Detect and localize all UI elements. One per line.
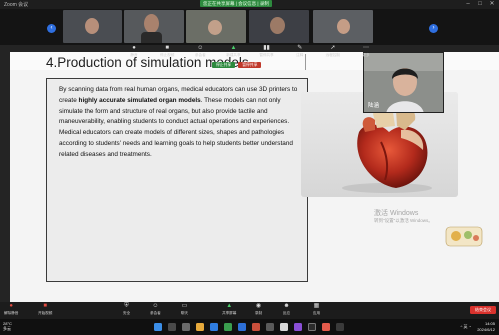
slide-paragraph-2: Medical educators can create models of d…: [59, 129, 293, 158]
notepad-icon[interactable]: [280, 323, 288, 331]
end-meeting-button[interactable]: 结束会议: [470, 306, 496, 314]
app-icon[interactable]: [294, 323, 302, 331]
task-view-icon[interactable]: [182, 323, 190, 331]
participant-tile[interactable]: [313, 10, 373, 43]
unmute-button[interactable]: ● 解除静音: [4, 303, 18, 316]
taskbar-clock[interactable]: 14:05 2024/6/12: [477, 321, 495, 332]
toolbar-new-share-button[interactable]: ▲ 新建共享: [223, 45, 243, 62]
participant-strip: ‹ ›: [0, 9, 499, 45]
apps-button[interactable]: ▦ 应用: [312, 303, 321, 316]
settings-icon[interactable]: [266, 323, 274, 331]
system-tray[interactable]: ^ 英 ◔: [460, 324, 471, 330]
toolbar-video-button[interactable]: ■ 停止视频: [157, 45, 177, 62]
decorative-sticker: [445, 224, 483, 248]
pause-icon: ▮▮: [263, 45, 270, 51]
chat-button[interactable]: ▭ 聊天: [180, 303, 189, 316]
search-icon[interactable]: [168, 323, 176, 331]
prev-page-arrow-icon[interactable]: ‹: [47, 24, 56, 33]
app-title: Zoom 会议: [4, 2, 29, 8]
more-icon: ⋯: [362, 45, 369, 51]
self-name-label: 陆涵: [368, 103, 380, 109]
terminal-icon[interactable]: [308, 323, 316, 331]
windows-activation-watermark: 激活 Windows 转到"设置"以激活 Windows。: [374, 210, 433, 223]
participants-icon: ☺: [197, 45, 204, 51]
powerpoint-icon[interactable]: [252, 323, 260, 331]
start-video-button[interactable]: ■ 开始视频: [38, 303, 52, 316]
app-icon[interactable]: [322, 323, 330, 331]
title-bar: Zoom 会议 您正在共享屏幕 | 会议信息 | 录制 – □ ✕: [0, 0, 499, 9]
pen-icon: ✎: [297, 45, 303, 51]
windows-taskbar: 28°C 多云 ^ 英 ◔ 14:05 2024/6/12: [0, 319, 499, 335]
slide-paragraph-1: By scanning data from real human organs,…: [59, 86, 298, 126]
file-explorer-icon[interactable]: [196, 323, 204, 331]
shield-icon: ⛨: [124, 303, 129, 309]
participants-button[interactable]: ☺ 参会者: [150, 303, 161, 316]
minimize-icon[interactable]: –: [464, 0, 472, 8]
mouse-pointer-icon: ➚: [330, 45, 336, 51]
smiley-icon: ☻: [283, 303, 290, 309]
start-menu-icon[interactable]: [154, 323, 162, 331]
sharing-banner[interactable]: 您正在共享屏幕 | 会议信息 | 录制: [200, 0, 272, 7]
video-off-icon: ■: [43, 303, 47, 309]
stop-share-button[interactable]: 停止共享: [212, 62, 236, 68]
share-screen-icon: ▲: [230, 45, 237, 51]
share-controls: 停止共享 暂停共享: [212, 62, 262, 68]
toolbar-participants-button[interactable]: ☺ 参会者: [190, 45, 210, 62]
slide-text-box: By scanning data from real human organs,…: [46, 78, 308, 282]
participants-icon: ☺: [152, 303, 159, 309]
app-icon[interactable]: [336, 323, 344, 331]
share-screen-button[interactable]: ▲ 共享屏幕: [222, 303, 236, 316]
close-icon[interactable]: ✕: [488, 0, 496, 8]
share-screen-icon: ▲: [226, 303, 233, 309]
record-icon: ◉: [255, 303, 262, 309]
security-button[interactable]: ⛨ 安全: [122, 303, 131, 316]
microphone-muted-icon: ●: [9, 303, 13, 309]
screen: { "window": { "title": "Zoom 会议", "share…: [0, 0, 499, 335]
reactions-button[interactable]: ☻ 反应: [282, 303, 291, 316]
participant-tile[interactable]: [124, 10, 184, 43]
next-page-arrow-icon[interactable]: ›: [429, 24, 438, 33]
video-camera-icon: ■: [165, 45, 169, 51]
wechat-icon[interactable]: [224, 323, 232, 331]
participant-tile[interactable]: [249, 10, 309, 43]
record-button[interactable]: ◉ 录制: [254, 303, 263, 316]
chat-icon: ▭: [181, 303, 188, 309]
toolbar-pause-share-button[interactable]: ▮▮ 暂停共享: [257, 45, 277, 62]
meeting-control-toolbar: ● 静音 ■ 停止视频 ☺ 参会者 ▲ 新建共享 ▮▮ 暂停共享 ✎ 注释 ➚ 远程控制 ⋯ 更…: [120, 45, 380, 62]
toolbar-remote-control-button[interactable]: ➚ 远程控制: [323, 45, 343, 62]
zoom-bottom-bar: ● 解除静音 ■ 开始视频 ⛨ 安全 ☺ 参会者 ▭ 聊天 ▲ 共享屏幕 ◉ 录制 ☻ 反应 ▦…: [0, 302, 499, 319]
zoom-app-icon[interactable]: [238, 323, 246, 331]
toolbar-more-button[interactable]: ⋯ 更多: [356, 45, 376, 62]
pause-share-button[interactable]: 暂停共享: [238, 62, 262, 68]
weather-widget[interactable]: 28°C 多云: [3, 321, 12, 331]
edge-browser-icon[interactable]: [210, 323, 218, 331]
microphone-icon: ●: [132, 45, 136, 51]
window-controls: – □ ✕: [464, 0, 496, 8]
toolbar-annotate-button[interactable]: ✎ 注释: [290, 45, 310, 62]
maximize-icon[interactable]: □: [476, 0, 484, 8]
toolbar-mute-button[interactable]: ● 静音: [124, 45, 144, 62]
participant-tile[interactable]: [63, 10, 122, 43]
participant-tile[interactable]: [186, 10, 246, 43]
apps-grid-icon: ▦: [313, 303, 320, 309]
